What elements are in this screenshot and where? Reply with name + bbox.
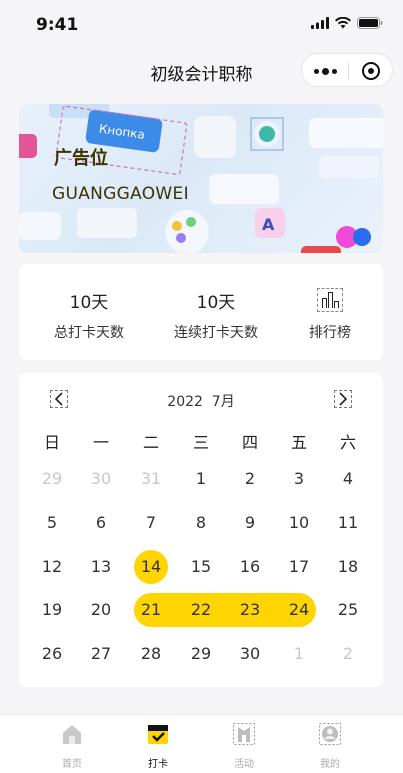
calendar-day[interactable]: 28 xyxy=(131,638,171,670)
weekday-label: 五 xyxy=(290,433,307,452)
target-close-icon xyxy=(362,62,380,80)
battery-icon xyxy=(357,17,383,29)
calendar-day[interactable]: 18 xyxy=(328,551,368,583)
checkin-calendar: 2022 7月 日一二三四五六 29 30 31 1 2 3 4 5 6 7 8 9 10 11 12 13 14… xyxy=(19,373,383,687)
calendar-day[interactable]: 13 xyxy=(81,551,121,583)
ad-banner[interactable]: Кнопка A 广告位 GUANGGAOWEI xyxy=(19,104,383,253)
calendar-day-outside-month[interactable]: 2 xyxy=(328,638,368,670)
calendar-day[interactable]: 8 xyxy=(181,507,221,539)
calendar-day[interactable]: 23 xyxy=(230,594,270,626)
more-menu-button[interactable] xyxy=(302,54,348,88)
calendar-day-outside-month[interactable]: 29 xyxy=(32,463,72,495)
calendar-day[interactable]: 5 xyxy=(32,507,72,539)
status-bar: 9:41 xyxy=(0,0,403,48)
streak-checkin-stat: 10天 连续打卡天数 xyxy=(151,288,281,342)
calendar-day[interactable]: 30 xyxy=(230,638,270,670)
calendar-day[interactable]: 26 xyxy=(32,638,72,670)
more-dots-icon xyxy=(313,68,319,74)
calendar-day[interactable]: 6 xyxy=(81,507,121,539)
mini-program-capsule xyxy=(301,53,393,87)
calendar-day[interactable]: 7 xyxy=(131,507,171,539)
banner-subtitle: GUANGGAOWEI xyxy=(52,184,189,204)
nav-bar: 初级会计职称 xyxy=(0,48,403,94)
weekday-label: 四 xyxy=(241,433,258,452)
calendar-day[interactable]: 15 xyxy=(181,551,221,583)
bottom-tab-bar: 首页 打卡 活动 我的 xyxy=(0,714,403,773)
weekday-label: 六 xyxy=(339,433,356,452)
calendar-day[interactable]: 19 xyxy=(32,594,72,626)
weekday-label: 日 xyxy=(43,433,60,452)
weekday-label: 二 xyxy=(142,433,159,452)
calendar-day[interactable]: 2 xyxy=(230,463,270,495)
calendar-day-outside-month[interactable]: 1 xyxy=(279,638,319,670)
calendar-header: 2022 7月 xyxy=(19,390,383,410)
ranking-podium-icon xyxy=(317,288,343,312)
total-checkin-value: 10天 xyxy=(69,293,109,313)
calendar-day[interactable]: 25 xyxy=(328,594,368,626)
chevron-right-icon xyxy=(339,392,348,406)
calendar-day[interactable]: 24 xyxy=(279,594,319,626)
wifi-icon xyxy=(335,17,351,29)
tab-profile[interactable]: 我的 xyxy=(300,723,360,770)
calendar-day[interactable]: 10 xyxy=(279,507,319,539)
weekday-label: 三 xyxy=(192,433,209,452)
calendar-day[interactable]: 11 xyxy=(328,507,368,539)
signal-icon xyxy=(311,17,329,29)
status-icons xyxy=(311,17,383,29)
calendar-day[interactable]: 16 xyxy=(230,551,270,583)
activity-icon xyxy=(233,723,255,745)
calendar-day[interactable]: 1 xyxy=(181,463,221,495)
calendar-day-outside-month[interactable]: 30 xyxy=(81,463,121,495)
banner-title: 广告位 xyxy=(54,148,108,169)
calendar-day[interactable]: 14 xyxy=(131,551,171,583)
ranking-button[interactable]: 排行榜 xyxy=(295,288,365,342)
tab-activity[interactable]: 活动 xyxy=(214,723,274,770)
streak-checkin-value: 10天 xyxy=(196,293,236,313)
total-checkin-label: 总打卡天数 xyxy=(54,325,124,341)
tab-home-label: 首页 xyxy=(62,759,82,770)
home-icon xyxy=(63,725,81,744)
calendar-day[interactable]: 20 xyxy=(81,594,121,626)
calendar-day[interactable]: 3 xyxy=(279,463,319,495)
calendar-day[interactable]: 17 xyxy=(279,551,319,583)
calendar-day-outside-month[interactable]: 31 xyxy=(131,463,171,495)
calendar-day[interactable]: 21 xyxy=(131,594,171,626)
calendar-day[interactable]: 29 xyxy=(181,638,221,670)
checkin-stats-card: 10天 总打卡天数 10天 连续打卡天数 排行榜 xyxy=(19,264,383,360)
tab-activity-label: 活动 xyxy=(234,759,254,770)
total-checkin-stat: 10天 总打卡天数 xyxy=(39,288,139,342)
ranking-label: 排行榜 xyxy=(309,325,351,341)
calendar-day[interactable]: 22 xyxy=(181,594,221,626)
status-time: 9:41 xyxy=(36,15,79,35)
calendar-day[interactable]: 12 xyxy=(32,551,72,583)
calendar-day[interactable]: 4 xyxy=(328,463,368,495)
banner-artwork: Кнопка A xyxy=(19,104,383,253)
calendar-day[interactable]: 9 xyxy=(230,507,270,539)
checkin-icon xyxy=(148,725,168,744)
tab-checkin[interactable]: 打卡 xyxy=(128,723,188,770)
tab-home[interactable]: 首页 xyxy=(42,723,102,770)
next-month-button[interactable] xyxy=(334,390,352,408)
calendar-day[interactable]: 27 xyxy=(81,638,121,670)
tab-profile-label: 我的 xyxy=(320,759,340,770)
profile-icon xyxy=(319,723,341,745)
tab-checkin-label: 打卡 xyxy=(148,759,168,770)
streak-checkin-label: 连续打卡天数 xyxy=(174,325,258,341)
weekday-label: 一 xyxy=(92,433,109,452)
svg-text:A: A xyxy=(262,215,275,234)
close-mini-program-button[interactable] xyxy=(349,54,393,88)
calendar-month-label: 2022 7月 xyxy=(167,394,235,410)
